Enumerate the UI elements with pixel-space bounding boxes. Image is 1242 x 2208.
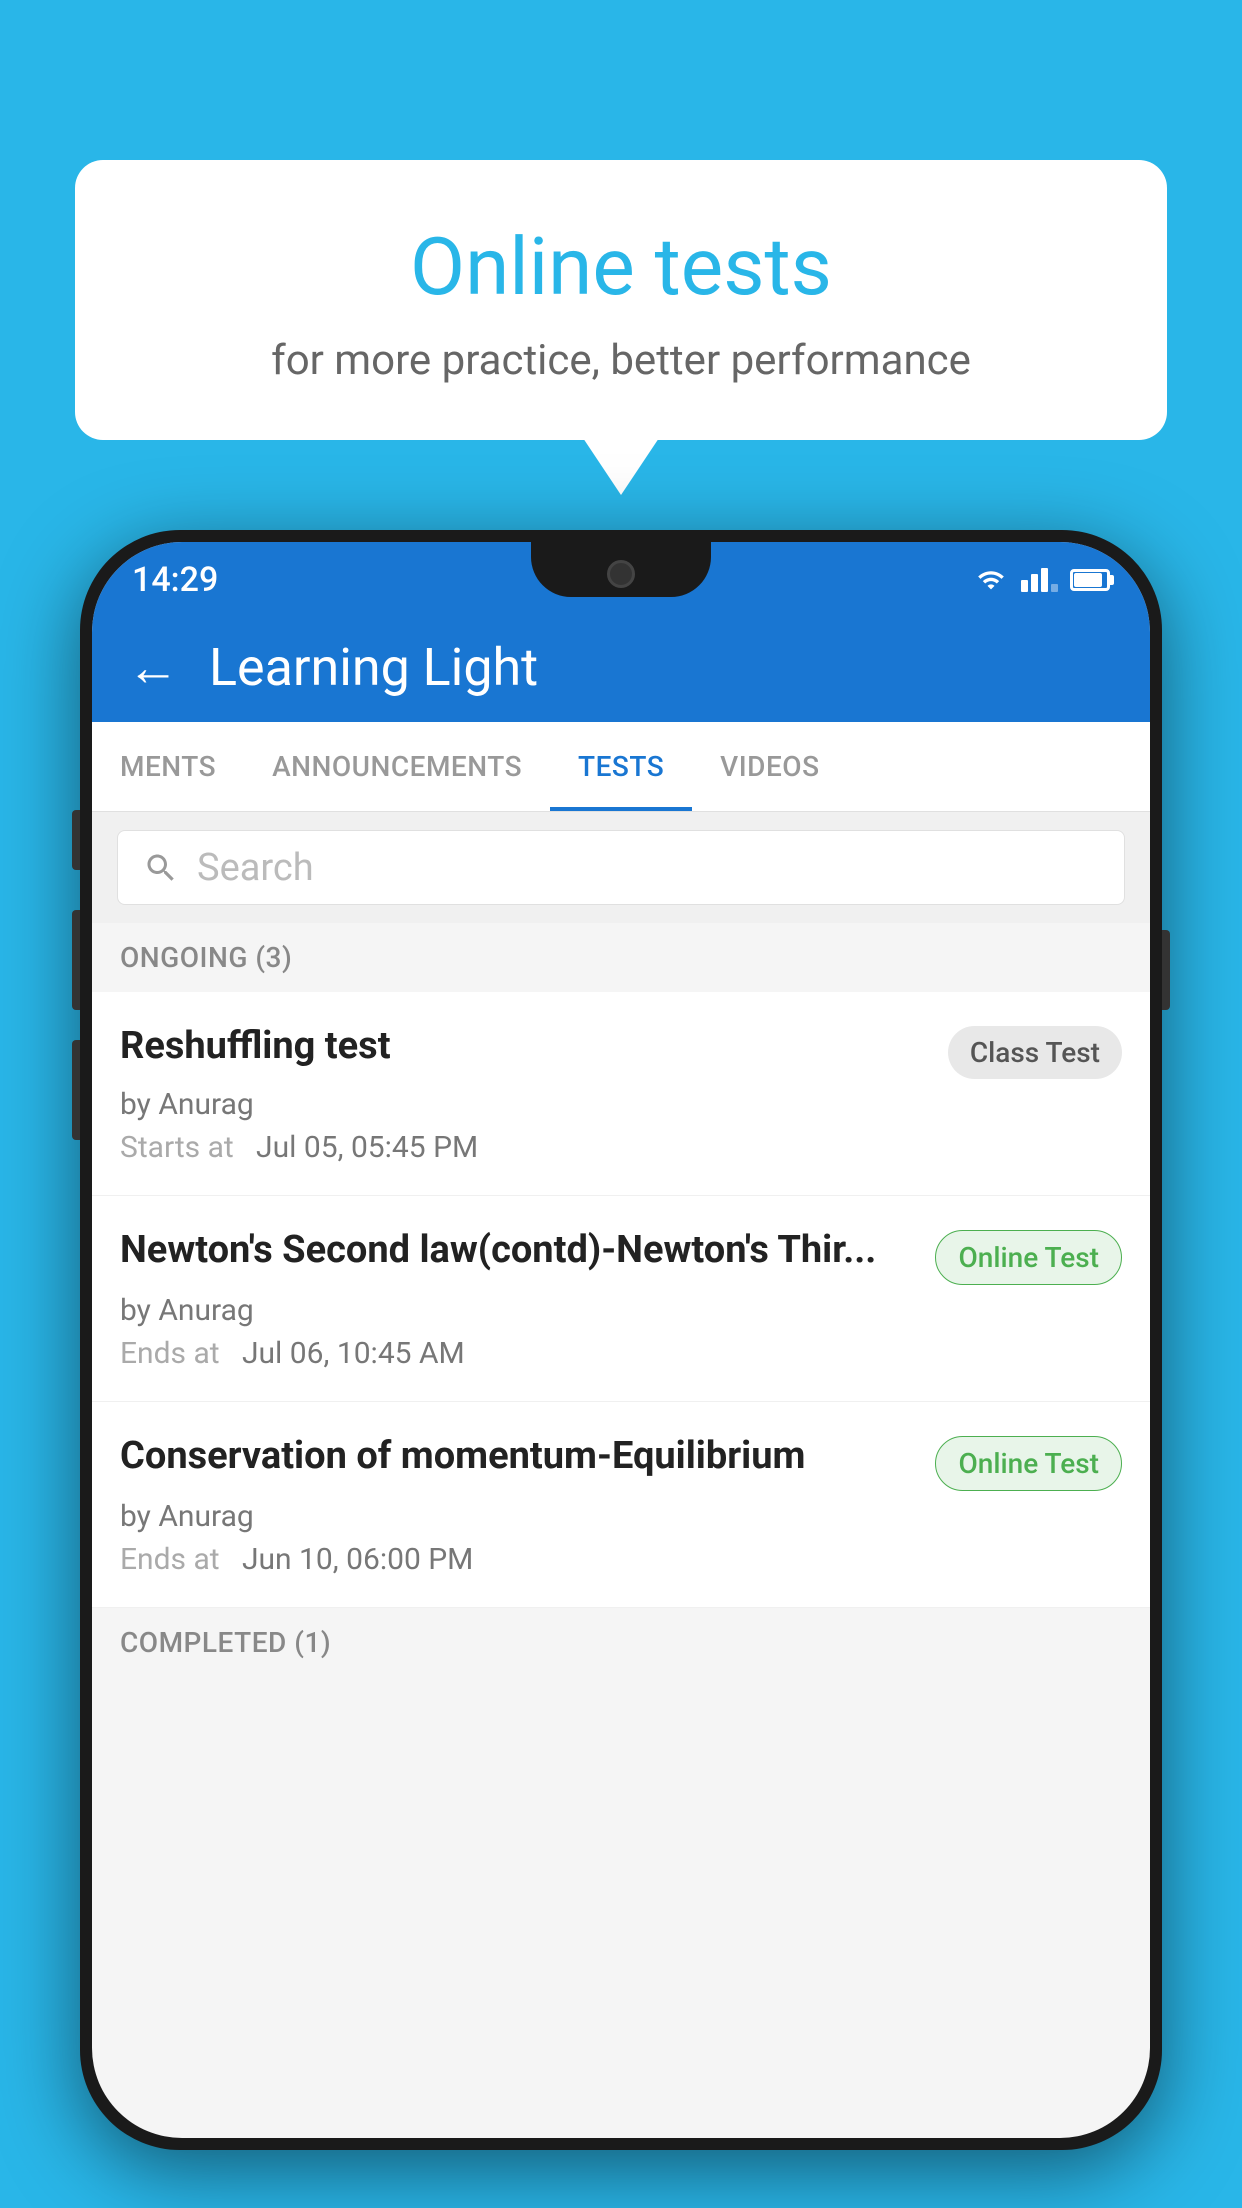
date-label-3: Ends at <box>120 1542 220 1577</box>
speech-bubble: Online tests for more practice, better p… <box>75 160 1167 440</box>
tab-ments[interactable]: MENTS <box>92 722 244 811</box>
tab-videos[interactable]: VIDEOS <box>692 722 847 811</box>
phone-camera <box>607 560 635 588</box>
completed-section-header: COMPLETED (1) <box>92 1608 1150 1677</box>
background: Online tests for more practice, better p… <box>0 0 1242 2208</box>
speech-bubble-title: Online tests <box>155 220 1087 314</box>
test-name-2: Newton's Second law(contd)-Newton's Thir… <box>120 1226 920 1275</box>
search-placeholder: Search <box>197 846 314 890</box>
tab-announcements[interactable]: ANNOUNCEMENTS <box>244 722 550 811</box>
app-title: Learning Light <box>209 637 538 698</box>
test-item-2[interactable]: Newton's Second law(contd)-Newton's Thir… <box>92 1196 1150 1402</box>
test-author-1: by Anurag <box>120 1087 1122 1122</box>
battery-icon <box>1070 569 1110 591</box>
volume-up-button <box>72 810 80 870</box>
status-time: 14:29 <box>132 560 218 600</box>
test-item-1[interactable]: Reshuffling test Class Test by Anurag St… <box>92 992 1150 1196</box>
test-author-3: by Anurag <box>120 1499 1122 1534</box>
tab-tests[interactable]: TESTS <box>550 722 692 811</box>
test-badge-1: Class Test <box>948 1026 1122 1079</box>
test-item-3[interactable]: Conservation of momentum-Equilibrium Onl… <box>92 1402 1150 1608</box>
phone-frame: 14:29 <box>80 530 1162 2150</box>
test-author-2: by Anurag <box>120 1293 1122 1328</box>
date-label-1: Starts at <box>120 1130 234 1165</box>
test-badge-2: Online Test <box>935 1230 1122 1285</box>
signal-icon <box>1021 568 1058 592</box>
search-icon <box>143 850 179 886</box>
test-name-3: Conservation of momentum-Equilibrium <box>120 1432 920 1481</box>
phone-screen: 14:29 <box>92 542 1150 2138</box>
date-value-2: Jul 06, 10:45 AM <box>242 1336 465 1371</box>
volume-down-button <box>72 910 80 1010</box>
date-value-1: Jul 05, 05:45 PM <box>256 1130 478 1165</box>
phone-notch <box>531 542 711 597</box>
app-header: ← Learning Light <box>92 612 1150 722</box>
test-date-2: Ends at Jul 06, 10:45 AM <box>120 1336 1122 1371</box>
phone-container: 14:29 <box>80 530 1162 2208</box>
ongoing-section-header: ONGOING (3) <box>92 923 1150 992</box>
power-button <box>1162 930 1170 1010</box>
back-button[interactable]: ← <box>127 637 179 698</box>
date-label-2: Ends at <box>120 1336 220 1371</box>
speech-bubble-subtitle: for more practice, better performance <box>155 336 1087 385</box>
test-date-1: Starts at Jul 05, 05:45 PM <box>120 1130 1122 1165</box>
test-badge-3: Online Test <box>935 1436 1122 1491</box>
search-section: Search <box>92 812 1150 923</box>
silent-button <box>72 1040 80 1140</box>
test-date-3: Ends at Jun 10, 06:00 PM <box>120 1542 1122 1577</box>
date-value-3: Jun 10, 06:00 PM <box>242 1542 473 1577</box>
status-icons <box>973 566 1110 594</box>
test-name-1: Reshuffling test <box>120 1022 933 1071</box>
wifi-icon <box>973 566 1009 594</box>
search-input-wrapper[interactable]: Search <box>117 830 1125 905</box>
tabs-container: MENTS ANNOUNCEMENTS TESTS VIDEOS <box>92 722 1150 812</box>
